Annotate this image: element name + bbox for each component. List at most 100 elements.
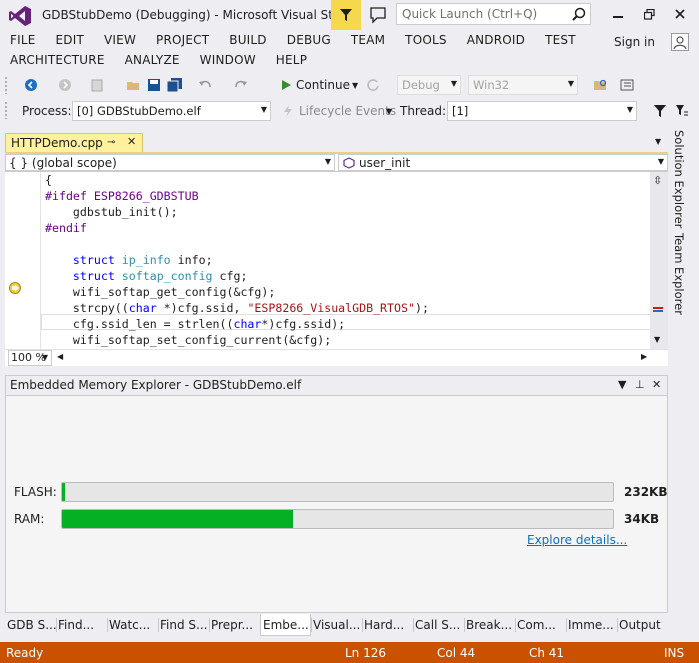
lifecycle-events-button[interactable]: Lifecycle Events (299, 104, 396, 118)
scroll-left-icon[interactable]: ◀ (57, 352, 63, 361)
solution-explorer-tab[interactable]: Solution Explorer (672, 130, 686, 228)
user-avatar-icon[interactable] (671, 33, 689, 51)
tab-separator (362, 618, 363, 632)
flag-threads-button[interactable] (673, 102, 691, 120)
zoom-combo[interactable]: 100 % ▼ (8, 350, 52, 366)
redo-icon (235, 80, 247, 88)
menu-tools[interactable]: TOOLS (405, 31, 447, 51)
flash-size: 232KB (624, 485, 668, 499)
pin-icon[interactable]: ⊸ (107, 137, 115, 148)
menu-build[interactable]: BUILD (229, 31, 266, 51)
indicator-margin[interactable] (5, 172, 41, 349)
toolbar-grip[interactable] (4, 76, 8, 94)
close-icon (675, 9, 685, 19)
close-button[interactable] (667, 4, 693, 24)
thread-combo[interactable]: [1] ▼ (447, 101, 637, 121)
bottom-tab[interactable]: Find S... (158, 614, 209, 636)
instruction-pointer-icon (9, 282, 21, 294)
function-combo[interactable]: user_init ▼ (338, 154, 668, 171)
menu-help[interactable]: HELP (276, 51, 307, 71)
window-position-icon[interactable]: ▼ (618, 378, 626, 391)
menu-bar-row-1: FILE EDIT VIEW PROJECT BUILD DEBUG TEAM TOOLS AN… (0, 31, 586, 51)
menu-view[interactable]: VIEW (104, 31, 136, 51)
save-all-button[interactable] (166, 76, 184, 94)
bottom-tab[interactable]: Watc... (107, 614, 158, 636)
chevron-down-icon: ▼ (41, 353, 48, 362)
bottom-tab[interactable]: Imme... (566, 614, 617, 636)
lifecycle-events-icon[interactable] (279, 102, 297, 120)
scope-combo[interactable]: { } (global scope) ▼ (5, 154, 335, 171)
restore-button[interactable] (636, 4, 662, 24)
close-tab-icon[interactable]: ✕ (127, 135, 136, 148)
title-bar: GDBStubDemo (Debugging) - Microsoft Visu… (0, 0, 699, 30)
menu-android[interactable]: ANDROID (467, 31, 525, 51)
document-tab-httpdemo[interactable]: HTTPDemo.cpp ⊸ ✕ (5, 133, 143, 153)
open-file-button[interactable] (124, 76, 142, 94)
restart-button[interactable] (364, 76, 382, 94)
editor-vertical-scrollbar[interactable]: ⇳ ▼ (650, 172, 668, 349)
process-label: Process: (22, 104, 72, 118)
bottom-tab[interactable]: Hard... (362, 614, 413, 636)
menu-project[interactable]: PROJECT (156, 31, 209, 51)
code-line: wifi_softap_get_config(&cfg); (45, 285, 276, 299)
menu-window[interactable]: WINDOW (200, 51, 256, 71)
solution-explorer-button[interactable] (618, 76, 636, 94)
status-line: Ln 126 (345, 646, 387, 660)
bottom-tab[interactable]: Com... (515, 614, 566, 636)
menu-analyze[interactable]: ANALYZE (125, 51, 180, 71)
save-button[interactable] (145, 76, 163, 94)
solution-configuration-combo[interactable]: Debug ▼ (397, 75, 461, 95)
quick-launch-input[interactable]: Quick Launch (Ctrl+Q) (396, 3, 591, 25)
bottom-tab[interactable]: Output (617, 614, 668, 636)
explore-details-link[interactable]: Explore details... (527, 533, 627, 547)
restart-icon (367, 79, 379, 91)
bottom-tab[interactable]: Call S... (413, 614, 464, 636)
pin-icon[interactable]: ⊥ (635, 378, 645, 391)
tab-separator (158, 618, 159, 632)
zoom-value: 100 % (11, 351, 46, 364)
redo-button[interactable] (232, 76, 250, 94)
bottom-tab[interactable]: Find... (56, 614, 107, 636)
restore-icon (643, 8, 655, 20)
menu-file[interactable]: FILE (10, 31, 36, 51)
feedback-icon[interactable] (368, 5, 388, 25)
chevron-down-icon: ▼ (657, 157, 664, 166)
forward-button[interactable] (56, 76, 74, 94)
toolbar-grip[interactable] (4, 101, 8, 119)
minimize-button[interactable] (605, 4, 631, 24)
process-combo[interactable]: [0] GDBStubDemo.elf ▼ (72, 101, 271, 121)
back-button[interactable] (22, 76, 40, 94)
menu-architecture[interactable]: ARCHITECTURE (10, 51, 105, 71)
continue-dropdown-arrow[interactable]: ▼ (352, 81, 358, 90)
sign-in-link[interactable]: Sign in (614, 35, 655, 49)
document-list-dropdown-icon[interactable]: ▼ (655, 137, 661, 146)
bottom-tab[interactable]: Prepr... (209, 614, 260, 636)
scroll-right-icon[interactable]: ▶ (641, 352, 647, 361)
ram-usage-bar (61, 509, 614, 529)
find-in-files-button[interactable] (592, 76, 610, 94)
bottom-tab[interactable]: GDB S... (5, 614, 56, 636)
team-explorer-tab[interactable]: Team Explorer (672, 233, 686, 315)
bottom-tab[interactable]: Embe... (260, 614, 311, 636)
notifications-flag-button[interactable] (331, 0, 361, 30)
menu-test[interactable]: TEST (545, 31, 576, 51)
undo-button[interactable] (196, 76, 214, 94)
scroll-down-icon[interactable]: ▼ (654, 335, 660, 344)
split-view-icon[interactable]: ⇳ (653, 174, 662, 187)
code-editor[interactable]: {#ifdef ESP8266_GDBSTUB gdbstub_init(); #… (5, 172, 668, 349)
new-project-button[interactable] (88, 76, 106, 94)
bottom-tab[interactable]: Visual... (311, 614, 362, 636)
continue-play-icon[interactable] (277, 76, 295, 94)
menu-team[interactable]: TEAM (351, 31, 385, 51)
menu-edit[interactable]: EDIT (56, 31, 85, 51)
lifecycle-dropdown-arrow[interactable]: ▼ (386, 107, 392, 116)
close-icon[interactable]: ✕ (652, 378, 661, 391)
code-line: gdbstub_init(); (45, 205, 178, 219)
back-arrow-icon (25, 79, 37, 91)
solution-platform-combo[interactable]: Win32 ▼ (468, 75, 578, 95)
continue-button[interactable]: Continue (296, 78, 350, 92)
bottom-tab[interactable]: Break... (464, 614, 515, 636)
menu-debug[interactable]: DEBUG (287, 31, 331, 51)
filter-threads-button[interactable] (651, 102, 669, 120)
